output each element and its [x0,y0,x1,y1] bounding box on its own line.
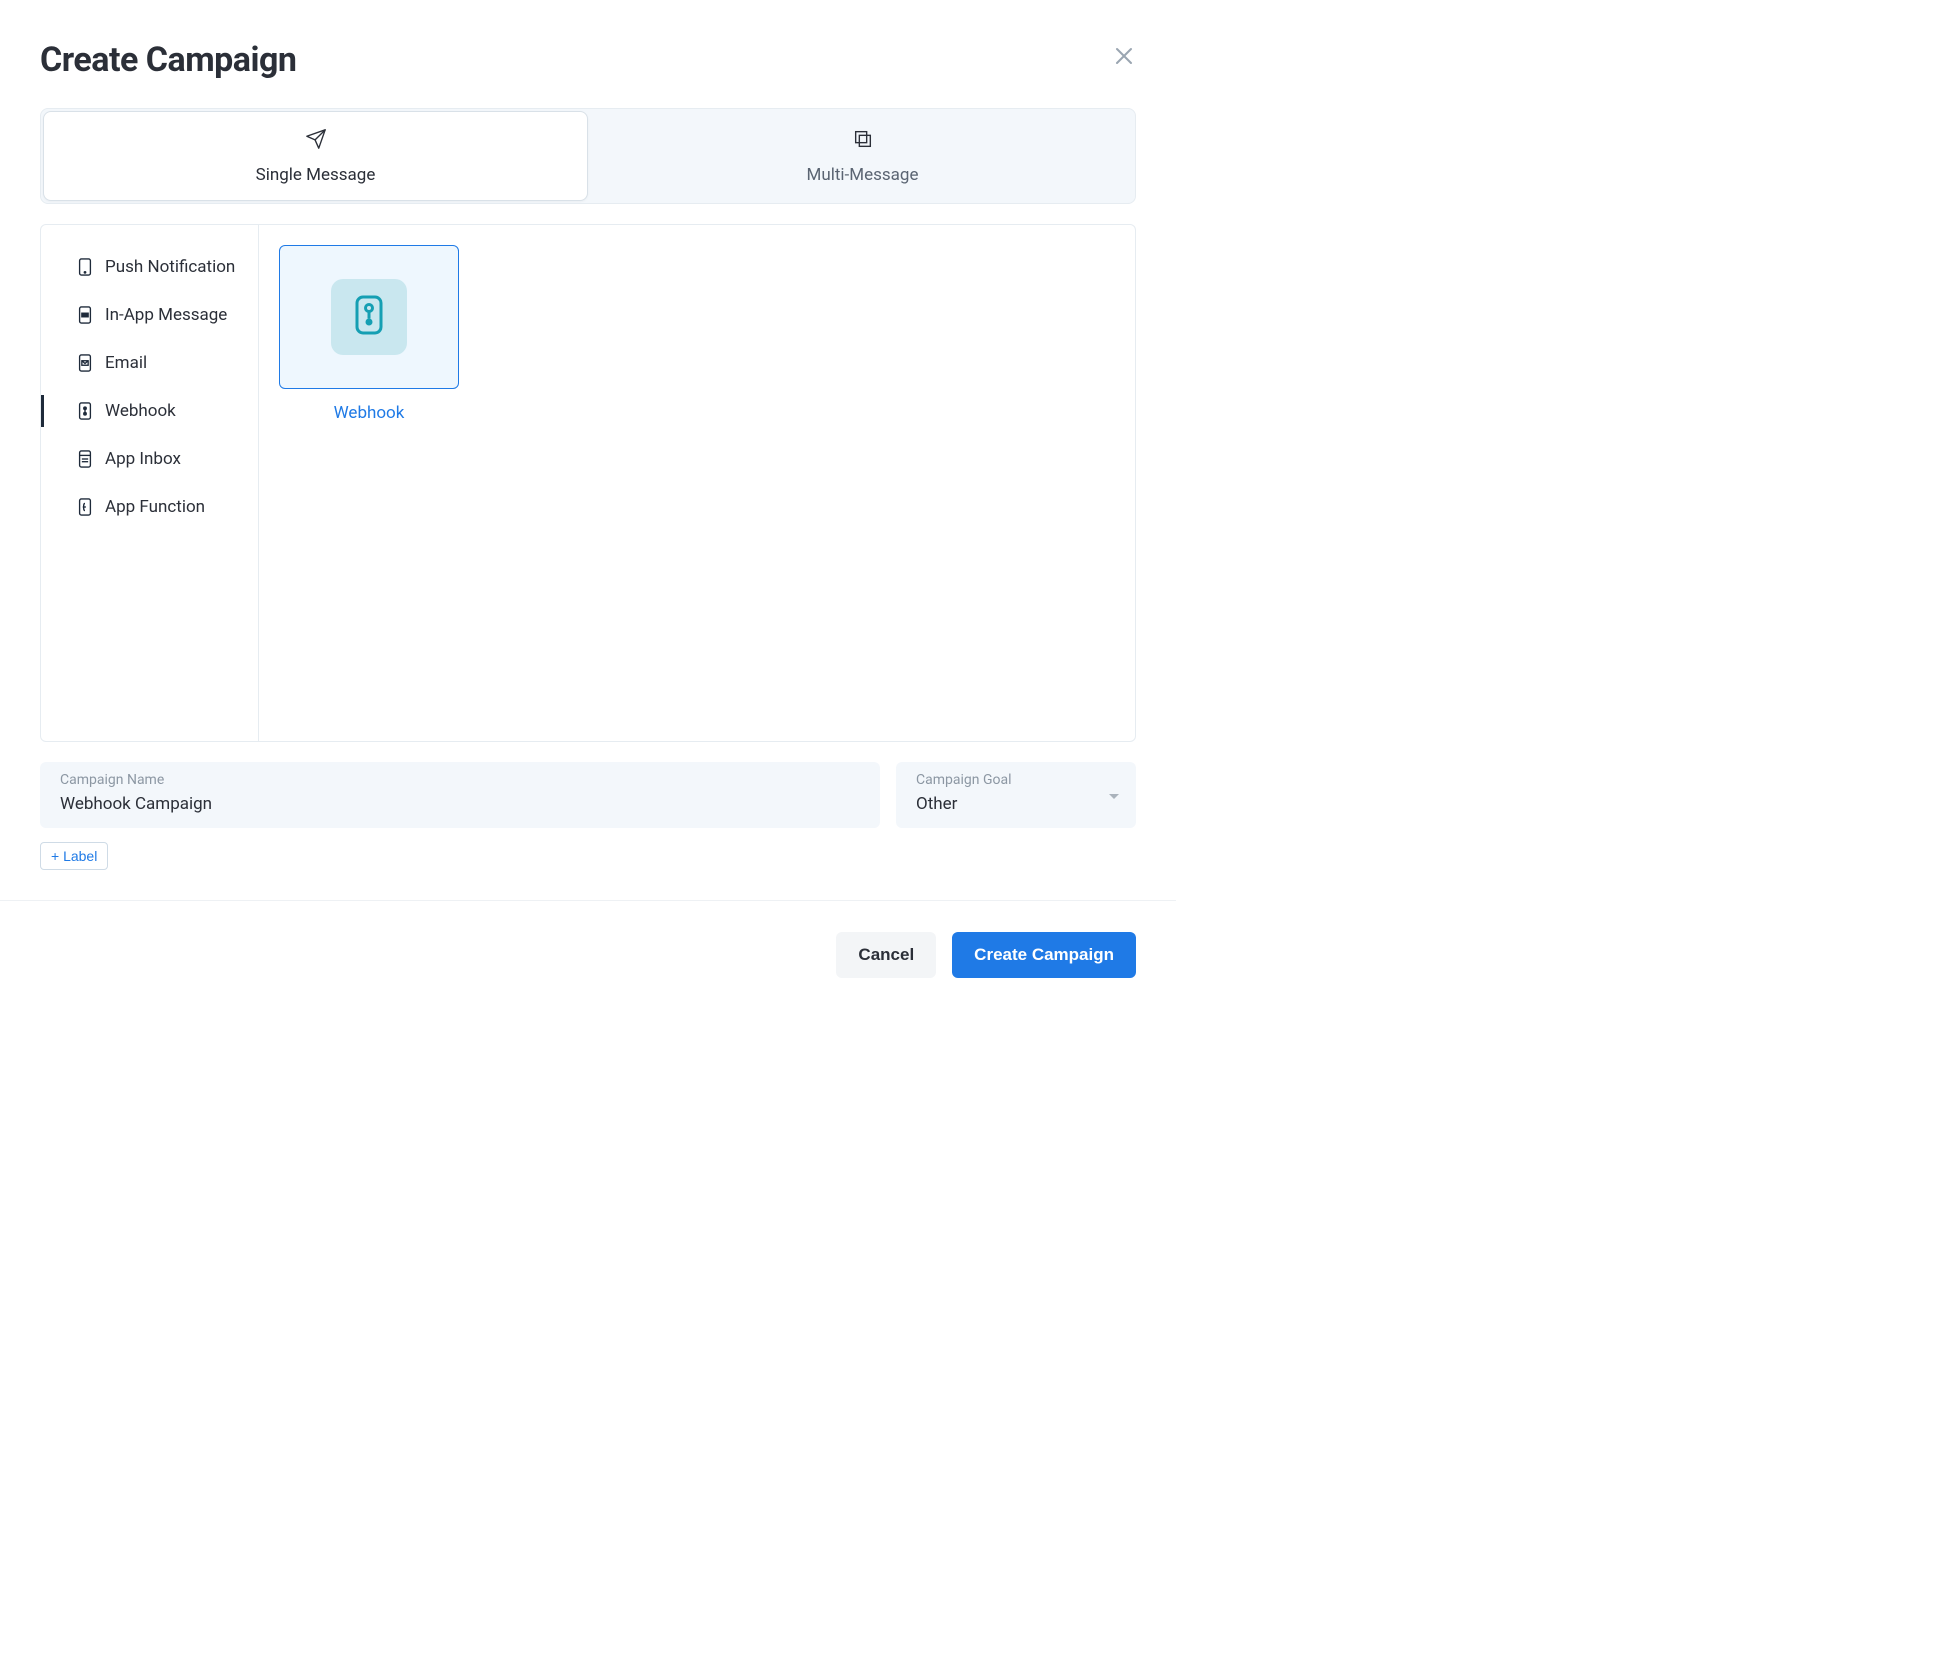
channel-panel: Push Notification In-App Message Email W… [40,224,1136,742]
tab-single-message[interactable]: Single Message [43,111,588,201]
create-campaign-modal: Create Campaign Single Message Multi-Mes… [0,0,1176,870]
modal-footer: Cancel Create Campaign [0,900,1176,1008]
campaign-name-field[interactable]: Campaign Name [40,762,880,828]
tab-label: Single Message [256,165,376,185]
channel-label: In-App Message [105,305,227,325]
tab-label: Multi-Message [807,165,919,185]
webhook-card-label: Webhook [334,403,405,423]
tab-multi-message[interactable]: Multi-Message [590,109,1135,203]
channel-label: App Inbox [105,449,181,469]
phone-icon [77,257,93,277]
phone-banner-icon [77,305,93,325]
channel-list: Push Notification In-App Message Email W… [41,225,259,741]
campaign-goal-label: Campaign Goal [916,772,1116,788]
webhook-card-box [279,245,459,389]
channel-item-email[interactable]: Email [41,339,258,387]
channel-label: App Function [105,497,205,517]
campaign-goal-value: Other [916,794,1116,814]
webhook-device-icon [354,294,384,340]
phone-mail-icon [77,353,93,373]
create-campaign-button[interactable]: Create Campaign [952,932,1136,978]
webhook-card-icon-wrap [331,279,407,355]
add-label-button[interactable]: + Label [40,842,108,870]
campaign-name-label: Campaign Name [60,772,860,788]
campaign-name-input[interactable] [60,794,860,814]
channel-label: Email [105,353,147,373]
channel-item-webhook[interactable]: Webhook [41,387,258,435]
channel-item-app-inbox[interactable]: App Inbox [41,435,258,483]
channel-label: Push Notification [105,257,235,277]
phone-webhook-icon [77,401,93,421]
paper-plane-icon [305,128,327,155]
phone-inbox-icon [77,449,93,469]
webhook-card[interactable]: Webhook [279,245,459,423]
channel-body: Webhook [259,225,1135,741]
form-row: Campaign Name Campaign Goal Other [40,762,1136,828]
phone-function-icon [77,497,93,517]
close-icon[interactable] [1112,44,1136,68]
channel-item-in-app-message[interactable]: In-App Message [41,291,258,339]
modal-title: Create Campaign [40,40,296,80]
campaign-goal-field[interactable]: Campaign Goal Other [896,762,1136,828]
channel-item-app-function[interactable]: App Function [41,483,258,531]
stack-icon [852,128,874,155]
chevron-down-icon [1108,786,1120,805]
channel-label: Webhook [105,401,176,421]
modal-header: Create Campaign [40,40,1136,80]
message-type-tabs: Single Message Multi-Message [40,108,1136,204]
cancel-button[interactable]: Cancel [836,932,936,978]
channel-item-push-notification[interactable]: Push Notification [41,243,258,291]
